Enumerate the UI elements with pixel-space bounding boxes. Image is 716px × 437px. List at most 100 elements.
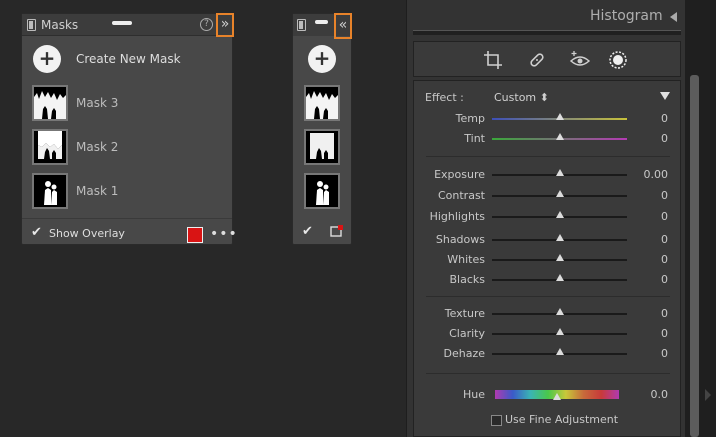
add-mask-icon[interactable]: + bbox=[308, 45, 336, 73]
mask-item-2[interactable]: Mask 2 bbox=[22, 129, 232, 167]
mask-thumbnail-collapsed[interactable] bbox=[304, 173, 340, 209]
whites-value[interactable]: 0 bbox=[661, 253, 668, 266]
scrollbar-thumb[interactable] bbox=[690, 75, 699, 437]
shadows-slider[interactable]: Shadows 0 bbox=[414, 230, 682, 250]
exposure-slider[interactable]: Exposure 0.00 bbox=[414, 165, 682, 185]
collapse-panel-button[interactable]: » bbox=[216, 13, 234, 37]
clarity-value[interactable]: 0 bbox=[661, 327, 668, 340]
blacks-slider[interactable]: Blacks 0 bbox=[414, 270, 682, 290]
mask-thumbnail[interactable] bbox=[32, 129, 68, 165]
highlights-handle[interactable] bbox=[555, 211, 564, 218]
tint-value[interactable]: 0 bbox=[661, 132, 668, 145]
fine-adjustment-label[interactable]: Use Fine Adjustment bbox=[505, 413, 618, 426]
exposure-value[interactable]: 0.00 bbox=[644, 168, 669, 181]
highlights-slider[interactable]: Highlights 0 bbox=[414, 207, 682, 227]
masks-panel-title: Masks bbox=[41, 18, 79, 32]
dehaze-value[interactable]: 0 bbox=[661, 347, 668, 360]
create-new-mask-label[interactable]: Create New Mask bbox=[76, 52, 181, 66]
tint-slider[interactable]: Tint 0 bbox=[414, 129, 682, 149]
crop-icon[interactable] bbox=[483, 50, 503, 70]
histogram-title[interactable]: Histogram bbox=[590, 8, 663, 24]
effect-label: Effect : bbox=[425, 91, 464, 104]
masks-panel-collapsed: « + ✔ bbox=[292, 13, 352, 245]
masking-icon[interactable] bbox=[608, 50, 628, 70]
show-overlay-checkbox[interactable]: ✔ bbox=[31, 225, 42, 240]
shadows-value[interactable]: 0 bbox=[661, 233, 668, 246]
mask-2-thumbnail-image bbox=[306, 131, 338, 163]
drag-handle[interactable] bbox=[315, 20, 328, 24]
clarity-handle[interactable] bbox=[555, 328, 564, 335]
tool-strip bbox=[413, 41, 681, 77]
right-panel-toggle-icon[interactable] bbox=[705, 389, 711, 401]
panel-toggle-icon[interactable] bbox=[297, 19, 306, 31]
panel-scrollbar[interactable] bbox=[685, 0, 716, 437]
tint-label: Tint bbox=[464, 132, 485, 145]
hue-slider[interactable]: Hue 0.0 bbox=[414, 385, 682, 405]
mask-thumbnail[interactable] bbox=[32, 173, 68, 209]
contrast-value[interactable]: 0 bbox=[661, 189, 668, 202]
contrast-handle[interactable] bbox=[555, 190, 564, 197]
texture-slider[interactable]: Texture 0 bbox=[414, 304, 682, 324]
section-divider bbox=[426, 373, 670, 374]
shadows-handle[interactable] bbox=[555, 234, 564, 241]
collapsed-panel-header[interactable]: « bbox=[293, 13, 352, 39]
masks-panel: Masks ? » + Create New Mask Mask 3 Mask … bbox=[21, 13, 237, 245]
hue-value[interactable]: 0.0 bbox=[651, 388, 669, 401]
texture-handle[interactable] bbox=[555, 308, 564, 315]
tint-handle[interactable] bbox=[555, 133, 564, 140]
effect-preset-select[interactable]: Custom ⬍ bbox=[494, 91, 549, 104]
whites-label: Whites bbox=[447, 253, 485, 266]
texture-label: Texture bbox=[444, 307, 485, 320]
mask-thumbnail-collapsed[interactable] bbox=[304, 85, 340, 121]
clarity-label: Clarity bbox=[449, 327, 485, 340]
fine-adjustment-checkbox[interactable] bbox=[491, 415, 502, 426]
dehaze-label: Dehaze bbox=[443, 347, 486, 360]
mask-item-label: Mask 3 bbox=[76, 96, 119, 110]
exposure-handle[interactable] bbox=[555, 169, 564, 176]
temp-label: Temp bbox=[455, 112, 485, 125]
show-overlay-label[interactable]: Show Overlay bbox=[49, 227, 125, 240]
dehaze-handle[interactable] bbox=[555, 348, 564, 355]
expand-panel-button[interactable]: « bbox=[334, 13, 352, 39]
blacks-handle[interactable] bbox=[555, 274, 564, 281]
effect-collapse-icon[interactable] bbox=[660, 92, 670, 100]
contrast-slider[interactable]: Contrast 0 bbox=[414, 186, 682, 206]
drag-handle[interactable] bbox=[112, 21, 132, 25]
help-icon[interactable]: ? bbox=[200, 18, 213, 31]
mask-3-thumbnail-image bbox=[306, 87, 338, 119]
mask-item-3[interactable]: Mask 3 bbox=[22, 85, 232, 123]
mask-item-label: Mask 1 bbox=[76, 184, 119, 198]
create-new-mask-row[interactable]: + Create New Mask bbox=[22, 45, 232, 77]
red-eye-icon[interactable] bbox=[570, 50, 590, 70]
mask-2-thumbnail-image bbox=[34, 131, 66, 163]
temp-value[interactable]: 0 bbox=[661, 112, 668, 125]
texture-value[interactable]: 0 bbox=[661, 307, 668, 320]
masks-panel-header[interactable]: Masks ? » bbox=[22, 13, 234, 37]
whites-slider[interactable]: Whites 0 bbox=[414, 250, 682, 270]
mask-thumbnail-collapsed[interactable] bbox=[304, 129, 340, 165]
section-divider bbox=[426, 296, 670, 297]
blacks-value[interactable]: 0 bbox=[661, 273, 668, 286]
healing-icon[interactable] bbox=[527, 50, 547, 70]
mask-1-thumbnail-image bbox=[34, 175, 66, 207]
mask-3-thumbnail-image bbox=[34, 87, 66, 119]
clarity-slider[interactable]: Clarity 0 bbox=[414, 324, 682, 344]
mask-item-1[interactable]: Mask 1 bbox=[22, 173, 232, 211]
overlay-settings-icon[interactable] bbox=[330, 224, 344, 237]
more-options-icon[interactable]: ••• bbox=[210, 226, 238, 242]
show-overlay-checkbox[interactable]: ✔ bbox=[302, 225, 313, 238]
highlights-label: Highlights bbox=[429, 210, 485, 223]
highlights-value[interactable]: 0 bbox=[661, 210, 668, 223]
whites-handle[interactable] bbox=[555, 254, 564, 261]
mask-adjustments: Effect : Custom ⬍ Temp 0 Tint 0 Exposure… bbox=[413, 80, 681, 437]
temp-slider[interactable]: Temp 0 bbox=[414, 109, 682, 129]
overlay-color-swatch[interactable] bbox=[187, 227, 203, 243]
temp-handle[interactable] bbox=[555, 113, 564, 120]
mask-thumbnail[interactable] bbox=[32, 85, 68, 121]
panel-toggle-icon[interactable] bbox=[27, 19, 36, 31]
checkmark-icon: ✔ bbox=[31, 225, 42, 240]
dehaze-slider[interactable]: Dehaze 0 bbox=[414, 344, 682, 364]
histogram-collapse-icon[interactable] bbox=[670, 12, 677, 22]
hue-handle[interactable] bbox=[553, 393, 561, 400]
add-mask-icon[interactable]: + bbox=[33, 45, 61, 73]
